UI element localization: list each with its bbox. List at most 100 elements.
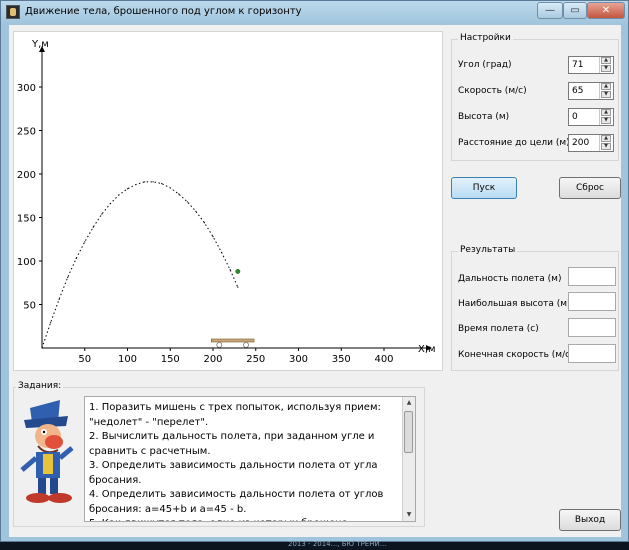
trajectory-point <box>229 269 231 271</box>
app-window: Движение тела, брошенного под углом к го… <box>0 0 629 542</box>
x-tick-label: 400 <box>374 354 393 365</box>
settings-group: Настройки Угол (град) 71 ▲ ▼ Скорость (м/… <box>451 33 619 161</box>
height-spinner[interactable]: 0 ▲ ▼ <box>568 108 614 126</box>
taskbar-text: 2013 - 2014..., БЮ ТРЕНИ... <box>288 540 387 548</box>
distance-spinner[interactable]: 200 ▲ ▼ <box>568 134 614 152</box>
results-title: Результаты <box>458 245 518 255</box>
x-tick-label: 200 <box>203 354 222 365</box>
tasks-textbox[interactable]: 1. Поразить мишень с трех попыток, испол… <box>84 396 416 522</box>
angle-value: 71 <box>572 60 584 70</box>
trajectory-point <box>58 298 60 300</box>
final-speed-label: Конечная скорость (м/с) <box>458 350 574 360</box>
range-field[interactable] <box>568 267 616 286</box>
task-line: 1. Поразить мишень с трех попыток, испол… <box>89 402 381 413</box>
x-axis-label: X,м <box>418 344 436 355</box>
cart-wheel-icon <box>216 342 223 348</box>
start-button[interactable]: Пуск <box>451 177 517 199</box>
trajectory-point <box>195 210 197 213</box>
trajectory-point <box>41 347 43 349</box>
trajectory-point <box>126 188 129 190</box>
angle-spinner[interactable]: 71 ▲ ▼ <box>568 56 614 74</box>
y-tick-label: 200 <box>17 170 36 181</box>
scroll-thumb[interactable] <box>404 411 413 453</box>
final-speed-field[interactable] <box>568 344 616 363</box>
trajectory-point <box>152 181 154 183</box>
trajectory-point <box>118 194 120 196</box>
trajectory-point <box>49 322 52 324</box>
scroll-down-icon[interactable]: ▼ <box>404 510 414 520</box>
window-title: Движение тела, брошенного под углом к го… <box>25 6 302 17</box>
angle-down-icon[interactable]: ▼ <box>601 65 611 72</box>
x-tick-label: 350 <box>332 354 351 365</box>
trajectory-plot: X,м Y,м 50 100 150 200 250 300 350 400 50 100 150 20… <box>13 31 443 371</box>
y-tick-label: 100 <box>17 257 36 268</box>
target-cart-icon <box>210 338 255 343</box>
height-down-icon[interactable]: ▼ <box>601 117 611 124</box>
task-line: 2. Вычислить дальность полета, при задан… <box>89 431 375 442</box>
tasks-scrollbar[interactable]: ▲ ▼ <box>402 397 415 521</box>
trajectory-point <box>161 182 163 185</box>
max-height-field[interactable] <box>568 292 616 311</box>
plot-canvas: X,м Y,м 50 100 150 200 250 300 350 400 50 100 150 20… <box>17 39 436 365</box>
trajectory-point <box>92 226 94 228</box>
max-height-label: Наибольшая высота (м) <box>458 299 571 309</box>
x-tick-label: 300 <box>289 354 308 365</box>
close-button[interactable]: ✕ <box>587 2 625 19</box>
speed-down-icon[interactable]: ▼ <box>601 91 611 98</box>
trajectory-point <box>178 193 180 195</box>
y-tick-label: 150 <box>17 214 36 225</box>
x-tick-label: 50 <box>78 354 91 365</box>
y-tick-label: 250 <box>17 127 36 138</box>
reset-button[interactable]: Сброс <box>559 177 621 199</box>
trajectory-point <box>203 222 206 224</box>
trajectory-point <box>212 236 214 238</box>
x-tick-label: 250 <box>246 354 265 365</box>
y-axis-label: Y,м <box>31 39 49 50</box>
distance-down-icon[interactable]: ▼ <box>601 143 611 150</box>
results-group: Результаты Дальность полета (м) Наибольш… <box>451 245 619 371</box>
trajectory-point <box>101 213 103 215</box>
minimize-button[interactable]: — <box>537 2 563 19</box>
speed-value: 65 <box>572 86 584 96</box>
trajectory-point <box>75 257 77 259</box>
flight-time-field[interactable] <box>568 318 616 337</box>
scroll-up-icon[interactable]: ▲ <box>404 398 414 408</box>
tasks-title: Задания: <box>16 381 64 391</box>
task-line: 5. Как движутся тела, одно из которых бр… <box>89 517 407 521</box>
mascot-image <box>20 400 74 503</box>
cart-wheel-icon <box>243 342 249 348</box>
task-line: 3. Определить зависимость дальности поле… <box>89 460 378 471</box>
task-line: "недолет" - "перелет". <box>89 416 209 428</box>
title-bar[interactable]: Движение тела, брошенного под углом к го… <box>1 1 628 25</box>
angle-label: Угол (град) <box>458 60 512 70</box>
angle-up-icon[interactable]: ▲ <box>601 57 611 64</box>
task-line: сравнить с расчетным. <box>89 445 211 457</box>
trajectory-point <box>144 181 146 183</box>
taskbar: 2013 - 2014..., БЮ ТРЕНИ... <box>0 540 629 550</box>
trajectory-point <box>135 183 137 186</box>
y-tick-label: 50 <box>23 301 36 312</box>
plot-axes: X,м Y,м <box>31 39 436 355</box>
distance-up-icon[interactable]: ▲ <box>601 135 611 142</box>
speed-spinner[interactable]: 65 ▲ ▼ <box>568 82 614 100</box>
x-tick-label: 150 <box>161 354 180 365</box>
distance-label: Расстояние до цели (м) <box>458 138 570 148</box>
y-tick-label: 300 <box>17 83 36 94</box>
tasks-lines: 1. Поразить мишень с трех попыток, испол… <box>89 401 407 521</box>
height-value: 0 <box>572 112 578 122</box>
task-line: 4. Определить зависимость дальности поле… <box>89 489 384 500</box>
trajectory-series <box>41 181 239 349</box>
settings-title: Настройки <box>458 33 513 43</box>
exit-button[interactable]: Выход <box>559 509 621 531</box>
trajectory-point <box>169 187 171 189</box>
maximize-button[interactable]: ▭ <box>563 2 587 19</box>
tasks-group: Задания: 1. Поразить мишень с трех попыт… <box>13 381 425 527</box>
speed-up-icon[interactable]: ▲ <box>601 83 611 90</box>
plot-extras <box>210 268 255 348</box>
app-icon <box>6 5 20 19</box>
height-up-icon[interactable]: ▲ <box>601 109 611 116</box>
range-label: Дальность полета (м) <box>458 274 562 284</box>
client-area: X,м Y,м 50 100 150 200 250 300 350 400 50 100 150 20… <box>9 25 621 537</box>
trajectory-point <box>186 201 188 203</box>
trajectory-point <box>67 276 69 279</box>
